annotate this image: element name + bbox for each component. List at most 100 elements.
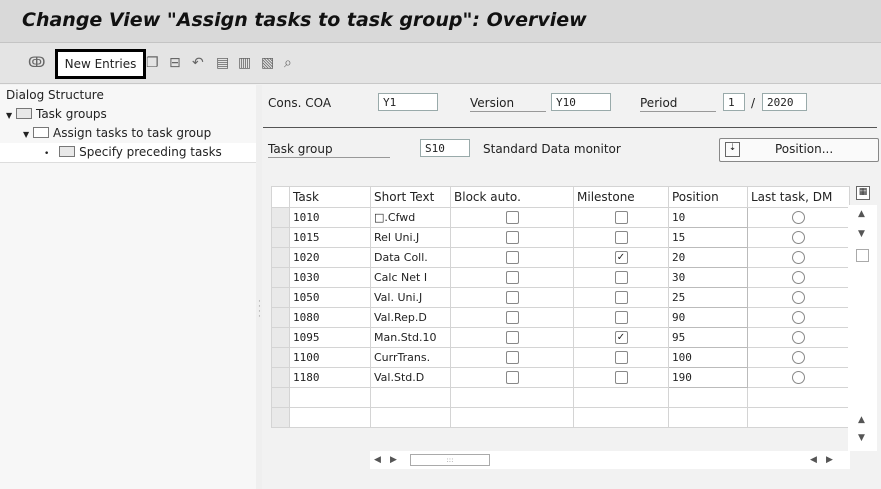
table-row[interactable]: 1095 Man.Std.10 ✓ 95: [271, 327, 850, 348]
row-selector[interactable]: [271, 327, 290, 348]
expand-triangle-icon[interactable]: ▼: [23, 130, 29, 139]
table-row[interactable]: 1015 Rel Uni.J 15: [271, 227, 850, 248]
row-selector[interactable]: [271, 227, 290, 248]
version-field[interactable]: Y10: [551, 93, 611, 111]
table-row[interactable]: 1010 □.Cfwd 10: [271, 207, 850, 228]
column-header[interactable]: Block auto.: [450, 186, 574, 208]
other-view-icon[interactable]: ⌕: [284, 55, 292, 71]
column-header[interactable]: Task: [289, 186, 371, 208]
row-selector[interactable]: [271, 367, 290, 388]
scroll-thumb[interactable]: [856, 249, 869, 262]
tree-item-assign-tasks[interactable]: ▼ Assign tasks to task group: [0, 124, 256, 143]
row-selector[interactable]: [271, 207, 290, 228]
milestone-checkbox[interactable]: ✓: [614, 251, 628, 265]
tree-item-preceding-tasks[interactable]: • Specify preceding tasks: [0, 143, 256, 163]
scroll-left-icon[interactable]: ◀: [374, 455, 381, 465]
position-input[interactable]: 100: [668, 347, 748, 368]
milestone-checkbox[interactable]: [614, 271, 628, 285]
last-task-radio[interactable]: [792, 371, 805, 385]
deselect-all-icon[interactable]: ▧: [261, 55, 274, 71]
row-selector[interactable]: [271, 347, 290, 368]
cons-coa-field[interactable]: Y1: [378, 93, 438, 111]
block-auto-checkbox[interactable]: [505, 291, 519, 305]
position-input[interactable]: 10: [668, 207, 748, 228]
table-row[interactable]: 1050 Val. Uni.J 25: [271, 287, 850, 308]
milestone-checkbox[interactable]: [614, 211, 628, 225]
last-task-radio[interactable]: [792, 351, 805, 365]
position-input[interactable]: 25: [668, 287, 748, 308]
scroll-right-icon[interactable]: ▶: [390, 455, 397, 465]
cons-coa-label: Cons. COA: [268, 96, 332, 110]
milestone-checkbox[interactable]: [614, 291, 628, 305]
undo-icon[interactable]: ↶: [192, 55, 204, 71]
scroll-thumb[interactable]: :::: [410, 454, 490, 466]
table-row[interactable]: 1080 Val.Rep.D 90: [271, 307, 850, 328]
scroll-right-icon[interactable]: ▶: [826, 455, 833, 465]
new-entries-button[interactable]: New Entries: [55, 49, 146, 79]
year-field[interactable]: 2020: [762, 93, 807, 111]
block-auto-checkbox[interactable]: [505, 351, 519, 365]
column-header[interactable]: Position: [668, 186, 748, 208]
empty-cell: [289, 387, 371, 408]
block-auto-checkbox[interactable]: [505, 271, 519, 285]
block-auto-checkbox[interactable]: [505, 251, 519, 265]
table-row[interactable]: 1100 CurrTrans. 100: [271, 347, 850, 368]
column-header[interactable]: Short Text: [370, 186, 451, 208]
table-row[interactable]: 1020 Data Coll. ✓ 20: [271, 247, 850, 268]
glasses-icon[interactable]: ↂ: [28, 55, 45, 71]
vertical-scrollbar[interactable]: ▦ ▲ ▼ ▲ ▼: [848, 186, 877, 451]
delete-icon[interactable]: ⊟: [169, 55, 181, 71]
horizontal-scrollbar[interactable]: ◀ ▶ ::: ◀ ▶: [370, 451, 850, 469]
task-group-field[interactable]: S10: [420, 139, 470, 157]
position-input[interactable]: 90: [668, 307, 748, 328]
block-auto-checkbox[interactable]: [505, 311, 519, 325]
block-auto-checkbox[interactable]: [505, 231, 519, 245]
milestone-checkbox[interactable]: [614, 231, 628, 245]
select-all-icon[interactable]: ▤: [216, 55, 229, 71]
table-row[interactable]: 1030 Calc Net I 30: [271, 267, 850, 288]
scroll-down-icon[interactable]: ▼: [858, 433, 865, 443]
column-settings-icon[interactable]: ▦: [856, 186, 870, 200]
last-task-radio[interactable]: [792, 331, 805, 345]
period-field[interactable]: 1: [723, 93, 745, 111]
last-task-radio[interactable]: [792, 211, 805, 225]
milestone-checkbox[interactable]: ✓: [614, 331, 628, 345]
position-input[interactable]: 30: [668, 267, 748, 288]
position-input[interactable]: 190: [668, 367, 748, 388]
panel-splitter[interactable]: [256, 85, 262, 489]
scroll-down-icon[interactable]: ▼: [858, 229, 865, 239]
last-task-radio[interactable]: [792, 291, 805, 305]
position-input[interactable]: 15: [668, 227, 748, 248]
milestone-checkbox[interactable]: [614, 371, 628, 385]
task-cell: 1020: [289, 247, 371, 268]
column-header[interactable]: Last task, DM: [747, 186, 850, 208]
position-button[interactable]: ⇣ Position...: [719, 138, 879, 162]
copy-icon[interactable]: ❐: [146, 55, 159, 71]
position-input[interactable]: 20: [668, 247, 748, 268]
column-header[interactable]: Milestone: [573, 186, 669, 208]
row-selector[interactable]: [271, 287, 290, 308]
expand-triangle-icon[interactable]: ▼: [6, 111, 12, 120]
block-auto-checkbox[interactable]: [505, 331, 519, 345]
row-selector[interactable]: [271, 387, 290, 408]
scroll-up-icon[interactable]: ▲: [858, 209, 865, 219]
table-row[interactable]: 1180 Val.Std.D 190: [271, 367, 850, 388]
scroll-left-icon[interactable]: ◀: [810, 455, 817, 465]
row-selector[interactable]: [271, 267, 290, 288]
select-block-icon[interactable]: ▥: [238, 55, 251, 71]
row-selector[interactable]: [271, 247, 290, 268]
last-task-radio[interactable]: [792, 271, 805, 285]
milestone-checkbox[interactable]: [614, 351, 628, 365]
tree-item-task-groups[interactable]: ▼ Task groups: [0, 105, 256, 124]
position-input[interactable]: 95: [668, 327, 748, 348]
last-task-radio[interactable]: [792, 251, 805, 265]
row-selector[interactable]: [271, 407, 290, 428]
block-auto-checkbox[interactable]: [505, 211, 519, 225]
block-auto-checkbox[interactable]: [505, 371, 519, 385]
last-task-radio[interactable]: [792, 311, 805, 325]
last-task-radio[interactable]: [792, 231, 805, 245]
splitter-grip-icon[interactable]: · · · ·: [258, 298, 261, 322]
scroll-up-icon[interactable]: ▲: [858, 415, 865, 425]
milestone-checkbox[interactable]: [614, 311, 628, 325]
row-selector[interactable]: [271, 307, 290, 328]
